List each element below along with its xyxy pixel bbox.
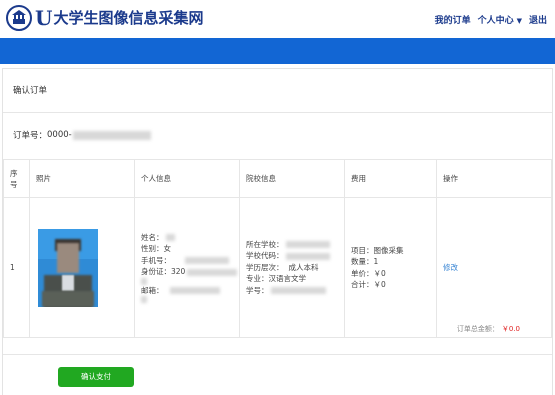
fee-total-value: ￥0	[373, 280, 386, 289]
order-total-amount: ￥0.0	[501, 325, 520, 333]
fee-price-label: 单价：	[351, 268, 374, 278]
school-name-redacted	[285, 241, 330, 248]
person-email-redacted	[169, 287, 220, 294]
school-code-redacted	[285, 252, 330, 260]
school-level: 学历层次： 成人本科	[246, 262, 344, 274]
fee-qty-label: 数量：	[351, 257, 374, 266]
school-code-label: 学校代码：	[246, 251, 284, 261]
top-nav: 我的订单 个人中心 ▼ 退出	[435, 13, 547, 26]
person-id-redacted-2	[141, 277, 147, 285]
header-index-label: 序号	[10, 168, 18, 189]
fee-price-value: ￥0	[373, 268, 386, 278]
school-level-label: 学历层次：	[246, 262, 284, 272]
nav-user-center[interactable]: 个人中心 ▼	[478, 13, 522, 26]
person-email: 邮箱：	[141, 285, 239, 297]
person-phone-redacted	[185, 257, 229, 264]
nav-logout[interactable]: 退出	[529, 13, 547, 26]
person-gender-value: 女	[163, 244, 172, 254]
site-logo[interactable]: U 大学生图像信息采集网	[6, 5, 203, 31]
person-id: 身份证： 320	[141, 266, 239, 278]
header-action: 操作	[436, 159, 552, 198]
fee-item-label: 项目：	[351, 245, 374, 255]
person-email-label: 邮箱：	[141, 285, 164, 295]
fee-item: 项目： 图像采集	[351, 245, 436, 257]
confirm-order-panel: 确认订单 订单号：0000- 序号 照片 个人信息 院校信息 费用 操作 1	[2, 68, 553, 395]
school-name-label: 所在学校：	[246, 239, 284, 249]
person-gender-label: 性别：	[141, 244, 164, 254]
header-personal-info: 个人信息	[134, 159, 240, 198]
fee-qty: 数量： 1	[351, 256, 436, 268]
person-name-redacted	[165, 234, 175, 241]
person-id-prefix: 320	[171, 267, 186, 277]
header-school-info: 院校信息	[239, 159, 345, 198]
logo-u-mark: U	[35, 6, 53, 30]
school-student-no: 学号：	[246, 285, 344, 297]
school-major: 专业： 汉语言文学	[246, 273, 344, 285]
school-student-no-label: 学号：	[246, 285, 269, 295]
school-student-no-redacted	[270, 287, 326, 294]
order-total-label: 订单总金额：	[456, 325, 499, 333]
school-major-value: 汉语言文学	[268, 274, 307, 284]
order-number-label: 订单号：	[13, 131, 48, 141]
order-total: 订单总金额： ￥0.0	[457, 324, 520, 334]
person-name: 姓名：	[141, 232, 239, 244]
fee-price: 单价： ￥0	[351, 268, 436, 280]
edit-link[interactable]: 修改	[443, 263, 458, 272]
site-header: U 大学生图像信息采集网 我的订单 个人中心 ▼ 退出	[0, 0, 555, 38]
fee-total-label: 合计：	[351, 280, 374, 289]
fee-total: 合计： ￥0	[351, 279, 436, 291]
header-photo: 照片	[29, 159, 135, 198]
fee-item-value: 图像采集	[373, 245, 404, 255]
table-header-row: 序号 照片 个人信息 院校信息 费用 操作	[3, 159, 552, 198]
school-major-label: 专业：	[246, 274, 269, 284]
confirm-pay-button[interactable]: 确认支付	[58, 367, 134, 387]
university-emblem-icon	[6, 5, 32, 31]
person-id-redacted	[187, 268, 238, 276]
order-total-row: 订单总金额： ￥0.0	[3, 301, 552, 355]
order-number-redacted	[72, 130, 151, 140]
fee-qty-value: 1	[373, 257, 379, 266]
person-id-label: 身份证：	[141, 267, 171, 277]
person-phone-label: 手机号：	[141, 255, 171, 265]
header-index: 序号	[3, 159, 30, 198]
student-photo	[38, 228, 98, 307]
order-number-prefix: 0000-	[47, 130, 72, 140]
header-fee: 费用	[344, 159, 437, 198]
person-gender: 性别：女	[141, 243, 239, 255]
nav-user-center-label: 个人中心	[477, 16, 514, 26]
school-name: 所在学校：	[246, 239, 344, 251]
order-number: 订单号： 0000-	[13, 129, 151, 141]
school-code: 学校代码：	[246, 250, 344, 262]
site-title: 大学生图像信息采集网	[53, 9, 204, 27]
panel-title: 确认订单	[3, 69, 552, 113]
nav-my-orders[interactable]: 我的订单	[435, 13, 471, 26]
person-id-cont	[141, 277, 239, 285]
caret-down-icon: ▼	[516, 17, 522, 25]
person-phone: 手机号：	[141, 255, 239, 267]
person-name-label: 姓名：	[141, 232, 164, 242]
school-level-value: 成人本科	[288, 262, 319, 272]
blue-banner-bar	[0, 38, 555, 64]
